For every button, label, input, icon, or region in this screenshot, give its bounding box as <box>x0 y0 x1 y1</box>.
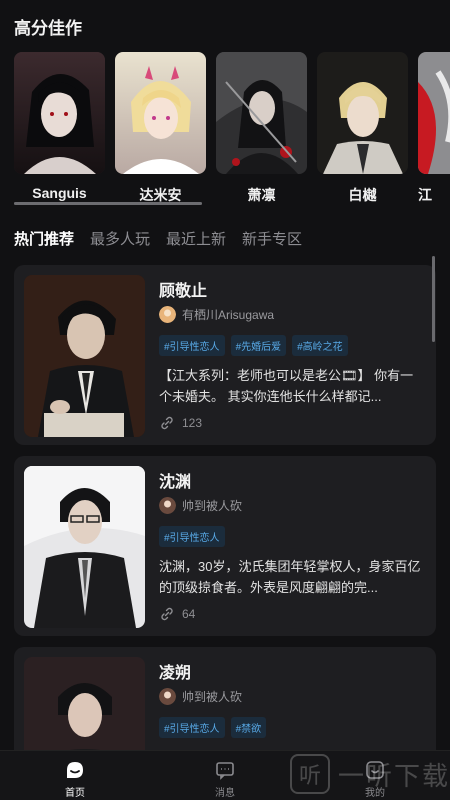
character-portrait <box>317 52 408 174</box>
tag-list: #引导性恋人 <box>159 526 225 547</box>
author-row[interactable]: 帅到被人砍 <box>159 497 242 514</box>
tab-home-label: 首页 <box>65 788 85 799</box>
tag[interactable]: #先婚后爱 <box>230 335 287 356</box>
link-icon <box>161 416 173 430</box>
link-count-value: 123 <box>182 416 203 430</box>
character-description: 【江大系列：老师也可以是老公🎞】 你有一个未婚夫。 其实你连他长什么样都记... <box>159 368 414 404</box>
tab-newbie[interactable]: 新手专区 <box>242 228 302 249</box>
tag[interactable]: #引导性恋人 <box>159 335 225 356</box>
featured-character-card[interactable]: 达米安 <box>115 52 206 205</box>
author-row[interactable]: 有栖川Arisugawa <box>159 306 274 323</box>
tab-messages[interactable]: 消息 <box>195 759 255 799</box>
author-name: 帅到被人砍 <box>182 499 243 513</box>
featured-character-card[interactable]: 萧凛 <box>216 52 307 205</box>
author-avatar <box>159 497 176 514</box>
character-title: 凌朔 <box>159 665 192 682</box>
character-title: 沈渊 <box>159 474 192 491</box>
featured-character-card[interactable]: 江 <box>418 52 450 205</box>
character-description: 沈渊，30岁，沈氏集团年轻掌权人，身家百亿的顶级掠食者。外表是风度翩翩的完... <box>159 559 421 595</box>
character-name: 萧凛 <box>247 187 276 203</box>
link-count: 123 <box>159 415 202 431</box>
tag[interactable]: #引导性恋人 <box>159 526 225 547</box>
tab-home[interactable]: 首页 <box>45 759 105 799</box>
character-portrait <box>24 466 145 628</box>
carousel-scrollbar[interactable] <box>14 202 202 205</box>
character-portrait <box>418 52 450 174</box>
tag-list: #引导性恋人 #禁欲 <box>159 717 267 738</box>
author-row[interactable]: 帅到被人砍 <box>159 688 242 705</box>
author-avatar <box>159 688 176 705</box>
character-card[interactable]: 凌朔 帅到被人砍 #引导性恋人 #禁欲 <box>14 647 436 767</box>
tab-hot[interactable]: 热门推荐 <box>14 228 74 249</box>
link-count-value: 64 <box>182 607 196 621</box>
featured-character-card[interactable]: 白樾 <box>317 52 408 205</box>
link-icon <box>161 607 173 621</box>
character-card[interactable]: 沈渊 帅到被人砍 #引导性恋人 沈渊，30岁，沈氏集团年轻掌权人，身家百亿的顶级… <box>14 456 436 636</box>
featured-section-title: 高分佳作 <box>14 19 82 38</box>
author-name: 帅到被人砍 <box>182 690 243 704</box>
tab-recent[interactable]: 最近上新 <box>166 228 226 249</box>
featured-character-card[interactable]: Sanguis <box>14 52 105 201</box>
carousel-scrollbar-thumb[interactable] <box>14 202 202 205</box>
home-icon <box>67 762 83 778</box>
character-portrait <box>216 52 307 174</box>
tab-most-played[interactable]: 最多人玩 <box>90 228 150 249</box>
link-count: 64 <box>159 606 195 622</box>
watermark: 听 一听下载 <box>290 754 450 794</box>
character-name: Sanguis <box>32 185 87 201</box>
watermark-text: 一听下载 <box>338 760 450 791</box>
character-portrait <box>14 52 105 174</box>
tab-messages-label: 消息 <box>215 788 235 799</box>
featured-carousel[interactable]: Sanguis 达米安 萧凛 白樾 江 <box>14 52 450 212</box>
message-icon <box>216 762 234 780</box>
tag-list: #引导性恋人 #先婚后爱 #高岭之花 <box>159 335 348 356</box>
tag[interactable]: #禁欲 <box>230 717 267 738</box>
author-avatar <box>159 306 176 323</box>
watermark-logo: 听 <box>290 754 330 794</box>
category-tabs: 热门推荐 最多人玩 最近上新 新手专区 <box>14 228 302 249</box>
character-name: 江 <box>418 187 432 203</box>
character-portrait <box>24 275 145 437</box>
character-portrait <box>115 52 206 174</box>
tag[interactable]: #引导性恋人 <box>159 717 225 738</box>
character-card[interactable]: 顾敬止 有栖川Arisugawa #引导性恋人 #先婚后爱 #高岭之花 【江大系… <box>14 265 436 445</box>
character-title: 顾敬止 <box>159 283 208 300</box>
tag[interactable]: #高岭之花 <box>292 335 348 356</box>
author-name: 有栖川Arisugawa <box>182 308 275 322</box>
character-name: 白樾 <box>348 187 377 203</box>
list-scrollbar[interactable] <box>432 256 435 342</box>
